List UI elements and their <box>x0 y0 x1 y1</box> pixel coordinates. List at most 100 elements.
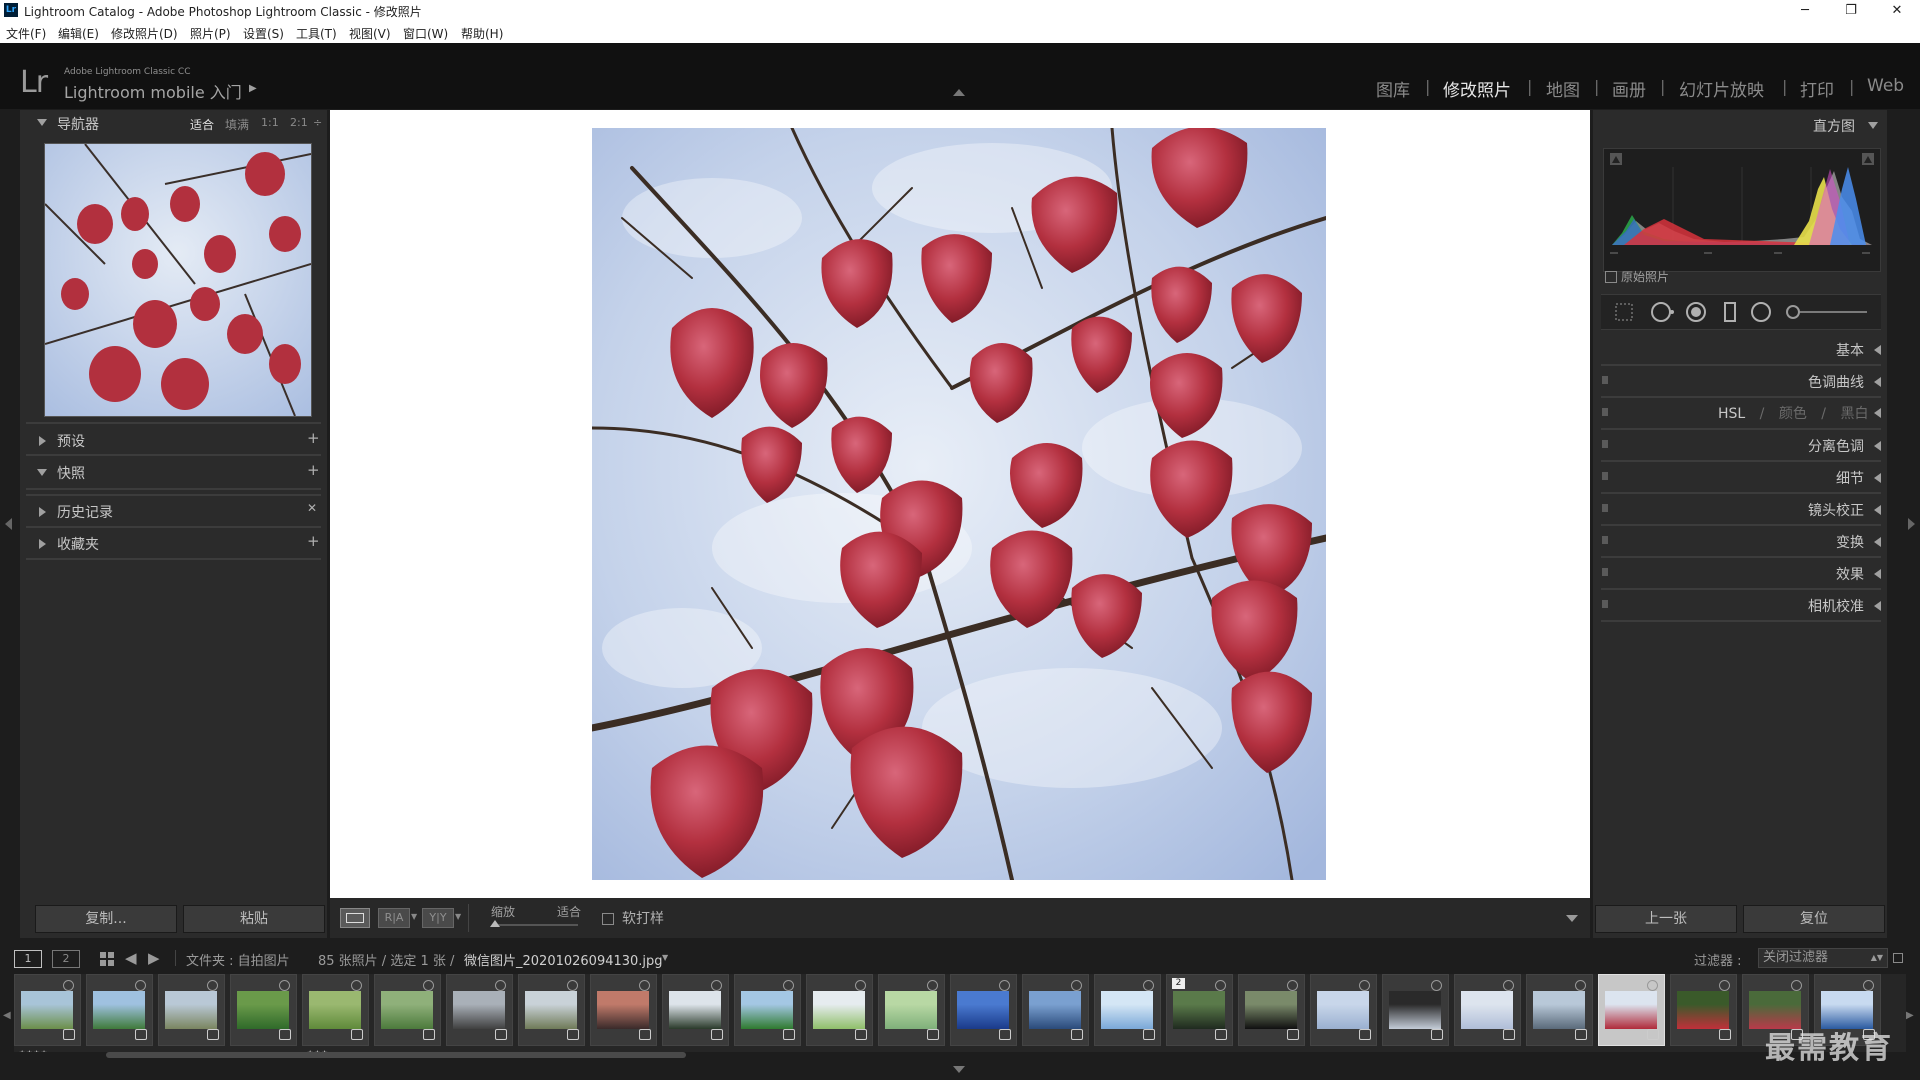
filter-lock-icon[interactable] <box>1893 953 1903 963</box>
grid-view-icon[interactable] <box>100 951 114 970</box>
bw-tab[interactable]: 黑白 <box>1840 406 1868 422</box>
filmstrip-thumbnail[interactable] <box>1022 974 1089 1046</box>
before-after-view-icon[interactable]: R|A <box>378 908 410 928</box>
main-photo[interactable] <box>592 128 1326 880</box>
softproof-checkbox[interactable] <box>602 913 614 925</box>
history-panel-header[interactable]: 历史记录 <box>57 502 113 522</box>
filmstrip-thumbnail[interactable] <box>374 974 441 1046</box>
filmstrip-thumbnail[interactable] <box>1310 974 1377 1046</box>
filmstrip-thumbnail[interactable] <box>590 974 657 1046</box>
second-window-button[interactable]: 2 <box>52 950 80 968</box>
collections-panel-header[interactable]: 收藏夹 <box>57 534 99 554</box>
paste-settings-button[interactable]: 粘贴 <box>183 905 325 933</box>
presets-panel-header[interactable]: 预设 <box>57 431 85 451</box>
zoom-fill-option[interactable]: 填满 <box>225 116 249 133</box>
menu-file[interactable]: 文件(F) <box>6 25 46 42</box>
clear-history-icon[interactable]: ✕ <box>307 501 317 515</box>
navigator-preview[interactable] <box>44 143 312 417</box>
loupe-view-icon[interactable] <box>340 908 370 928</box>
expand-triangle-icon[interactable] <box>1874 408 1881 418</box>
filmstrip-thumbnail[interactable] <box>734 974 801 1046</box>
panel-switch-toggle[interactable] <box>1602 600 1608 608</box>
menu-window[interactable]: 窗口(W) <box>403 25 448 42</box>
filmstrip-thumbnail[interactable] <box>806 974 873 1046</box>
filmstrip-thumbnail[interactable] <box>1238 974 1305 1046</box>
collapse-triangle-icon[interactable] <box>37 469 47 476</box>
filmstrip-scroll-thumb[interactable] <box>106 1052 686 1058</box>
filmstrip-thumbnail[interactable] <box>446 974 513 1046</box>
before-after-swap-icon[interactable]: Y|Y <box>422 908 454 928</box>
expand-triangle-icon[interactable] <box>1874 441 1881 451</box>
basic-panel-header[interactable]: 基本 <box>1836 340 1864 360</box>
forward-arrow-icon[interactable]: ▶ <box>148 949 160 967</box>
lens-correction-panel-header[interactable]: 镜头校正 <box>1808 500 1864 520</box>
menu-edit[interactable]: 编辑(E) <box>58 25 99 42</box>
add-preset-icon[interactable]: + <box>307 429 320 447</box>
source-folder-label[interactable]: 文件夹 : 自拍图片 <box>186 950 290 969</box>
zoom-1to1-option[interactable]: 1:1 <box>261 116 279 129</box>
filmstrip-thumbnail[interactable] <box>230 974 297 1046</box>
close-button[interactable]: ✕ <box>1874 0 1920 22</box>
detail-panel-header[interactable]: 细节 <box>1836 468 1864 488</box>
left-panel-toggle-icon[interactable] <box>5 518 12 530</box>
filmstrip-thumbnail[interactable] <box>878 974 945 1046</box>
expand-triangle-icon[interactable] <box>1874 345 1881 355</box>
filmstrip-thumbnail[interactable] <box>518 974 585 1046</box>
filename-dropdown-icon[interactable]: ▼ <box>662 953 668 962</box>
filmstrip-thumbnail[interactable] <box>662 974 729 1046</box>
navigator-title[interactable]: 导航器 <box>57 114 99 134</box>
zoom-fit-option[interactable]: 适合 <box>190 116 214 133</box>
menu-help[interactable]: 帮助(H) <box>461 25 503 42</box>
module-develop[interactable]: 修改照片 <box>1443 76 1511 101</box>
histogram-title[interactable]: 直方图 <box>1813 116 1855 136</box>
filmstrip-thumbnail[interactable]: ★★★ <box>302 974 369 1057</box>
hsl-panel-header[interactable]: HSL / 颜色 / 黑白 <box>1718 403 1868 423</box>
filmstrip-thumbnail[interactable] <box>158 974 225 1046</box>
effects-panel-header[interactable]: 效果 <box>1836 564 1864 584</box>
collapse-triangle-icon[interactable] <box>37 119 47 126</box>
panel-switch-toggle[interactable] <box>1602 536 1608 544</box>
expand-triangle-icon[interactable] <box>1874 505 1881 515</box>
zoom-slider-track[interactable] <box>492 924 578 926</box>
module-book[interactable]: 画册 <box>1612 76 1646 101</box>
menu-photo[interactable]: 照片(P) <box>190 25 231 42</box>
menu-tools[interactable]: 工具(T) <box>296 25 337 42</box>
stack-count-badge[interactable]: 2 <box>1172 978 1185 989</box>
filmstrip-right-arrow-icon[interactable]: ▶ <box>1906 1010 1914 1021</box>
filmstrip-thumbnail[interactable] <box>1598 974 1665 1046</box>
filmstrip-thumbnail[interactable] <box>86 974 153 1046</box>
original-photo-checkbox[interactable] <box>1605 271 1617 283</box>
filmstrip-left-arrow-icon[interactable]: ◀ <box>3 1010 11 1021</box>
filmstrip-thumbnail[interactable]: ★★★★ <box>14 974 81 1057</box>
previous-button[interactable]: 上一张 <box>1595 905 1737 933</box>
filmstrip-thumbnail[interactable] <box>1382 974 1449 1046</box>
top-panel-toggle-icon[interactable] <box>953 89 965 96</box>
panel-switch-toggle[interactable] <box>1602 472 1608 480</box>
play-arrow-icon[interactable]: ▶ <box>249 83 257 94</box>
histogram[interactable] <box>1603 148 1881 272</box>
split-toning-panel-header[interactable]: 分离色调 <box>1808 436 1864 456</box>
collapse-triangle-icon[interactable] <box>1868 122 1878 129</box>
menu-develop[interactable]: 修改照片(D) <box>111 25 178 42</box>
expand-triangle-icon[interactable] <box>39 539 46 549</box>
expand-triangle-icon[interactable] <box>1874 569 1881 579</box>
panel-switch-toggle[interactable] <box>1602 408 1608 416</box>
zoom-slider-handle[interactable] <box>490 920 500 927</box>
expand-triangle-icon[interactable] <box>1874 377 1881 387</box>
lightroom-mobile-link[interactable]: Lightroom mobile 入门 <box>64 79 242 103</box>
bottom-panel-toggle-icon[interactable] <box>953 1066 965 1073</box>
expand-triangle-icon[interactable] <box>1874 537 1881 547</box>
camera-calibration-panel-header[interactable]: 相机校准 <box>1808 596 1864 616</box>
dropdown-arrow-icon[interactable]: ▼ <box>411 912 417 921</box>
zoom-2to1-option[interactable]: 2:1 <box>290 116 308 129</box>
filmstrip-thumbnail[interactable] <box>1670 974 1737 1046</box>
filmstrip-thumbnail[interactable] <box>1526 974 1593 1046</box>
tone-curve-panel-header[interactable]: 色调曲线 <box>1808 372 1864 392</box>
module-web[interactable]: Web <box>1867 76 1904 96</box>
panel-switch-toggle[interactable] <box>1602 568 1608 576</box>
right-panel-toggle-icon[interactable] <box>1908 518 1915 530</box>
expand-triangle-icon[interactable] <box>1874 601 1881 611</box>
filmstrip-thumbnail[interactable]: 2 <box>1166 974 1233 1046</box>
restore-button[interactable]: ❐ <box>1828 0 1874 22</box>
zoom-more-icon[interactable]: ÷ <box>313 116 322 129</box>
